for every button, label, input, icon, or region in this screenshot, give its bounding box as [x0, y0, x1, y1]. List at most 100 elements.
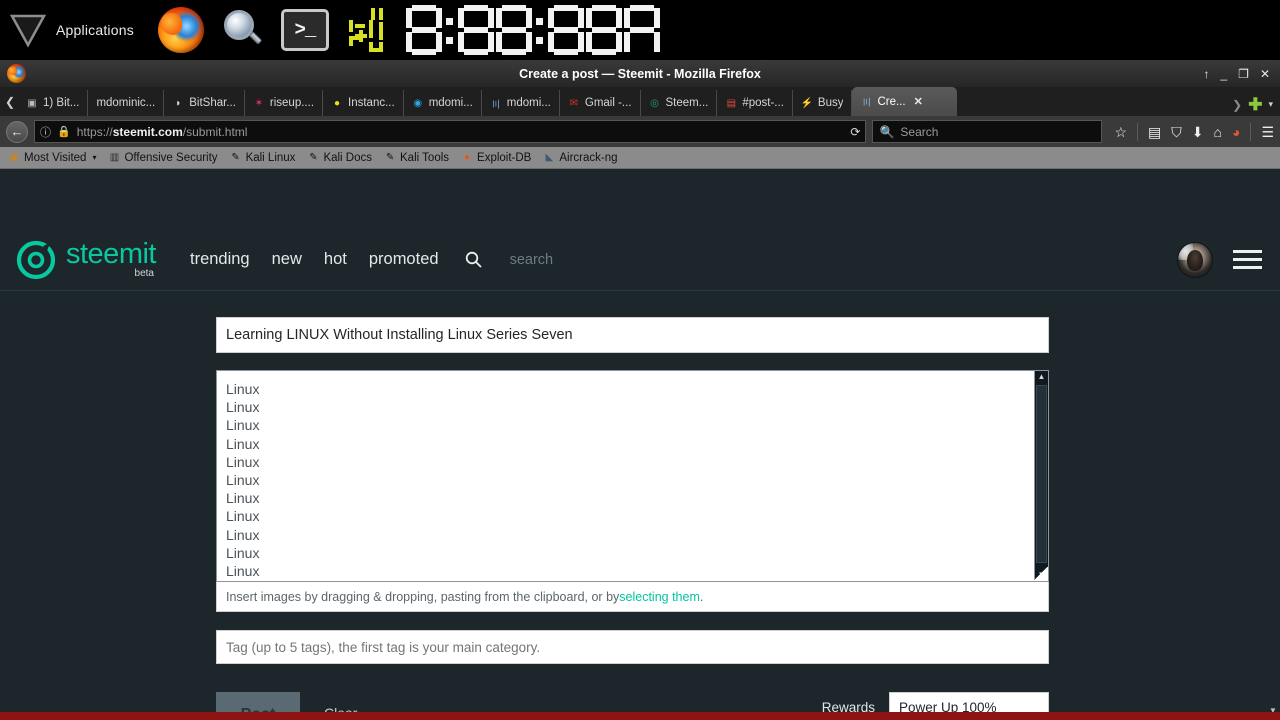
bookmark-kali-linux[interactable]: ✎ Kali Linux	[226, 152, 300, 164]
generic-icon: ▣	[27, 97, 37, 109]
brand-beta-tag: beta	[134, 267, 154, 279]
lock-icon: 🔒	[57, 126, 71, 138]
bookmark-exploit-db[interactable]: ● Exploit-DB	[457, 152, 535, 164]
gmail-icon: ✉	[569, 97, 579, 109]
terminal-icon: >_	[280, 9, 329, 51]
shark-icon: ◣	[545, 152, 554, 163]
applications-menu-button[interactable]: Applications	[0, 0, 144, 60]
home-icon[interactable]: ⌂	[1214, 125, 1222, 139]
window-title: Create a post — Steemit - Mozilla Firefo…	[519, 66, 761, 81]
clock-colon-1	[444, 4, 456, 56]
star-icon[interactable]: ☆	[1114, 125, 1127, 139]
rollup-button[interactable]: ↑	[1203, 68, 1209, 80]
nav-trending[interactable]: trending	[190, 250, 250, 269]
create-post-form: Linux Linux Linux Linux Linux Linux Linu…	[0, 291, 1280, 720]
bitshares-icon: ◗	[175, 97, 182, 109]
scrollbar-thumb[interactable]	[1036, 385, 1047, 563]
hint-prefix: Insert images by dragging & dropping, pa…	[226, 589, 620, 604]
tab-scroll-right-icon[interactable]: ❯	[1232, 98, 1242, 112]
browser-tab-active[interactable]: 〣 Cre... ✕	[852, 87, 958, 116]
clock-meridiem	[623, 4, 660, 56]
duckduckgo-icon[interactable]: ◕	[1232, 125, 1240, 139]
bookmark-label: Most Visited	[24, 151, 87, 164]
browser-tab[interactable]: ✶ riseup....	[245, 90, 324, 116]
url-bar[interactable]: ⓘ 🔒 https://steemit.com/submit.html ⟳	[34, 120, 867, 143]
back-button[interactable]: ←	[6, 120, 28, 143]
bookmark-kali-docs[interactable]: ✎ Kali Docs	[303, 152, 376, 164]
scroll-up-icon[interactable]: ▲	[1038, 371, 1046, 383]
close-window-button[interactable]: ✕	[1260, 68, 1270, 80]
bookmark-aircrack-ng[interactable]: ◣ Aircrack-ng	[539, 152, 621, 164]
terminal-launcher[interactable]: >_	[278, 3, 332, 57]
steemit-green-icon: ◎	[650, 97, 659, 109]
site-search-input[interactable]: search	[510, 252, 554, 268]
nav-promoted[interactable]: promoted	[369, 250, 439, 269]
nav-new[interactable]: new	[272, 250, 302, 269]
bookmark-most-visited[interactable]: ▣ Most Visited ▾	[4, 152, 100, 164]
tab-scroll-left-icon[interactable]: ❮	[2, 87, 18, 116]
browser-tab[interactable]: ◎ Steem...	[641, 90, 718, 116]
browser-tab[interactable]: ● Instanc...	[323, 90, 404, 116]
pocket-icon[interactable]: ⛉	[1171, 125, 1182, 139]
browser-tab[interactable]: ▤ #post-...	[717, 90, 793, 116]
post-body-text[interactable]: Linux Linux Linux Linux Linux Linux Linu…	[217, 371, 1034, 581]
bottom-accent-bar	[0, 712, 1280, 720]
clock-digit-min-tens	[457, 4, 494, 56]
panel-clock	[405, 2, 660, 58]
applications-label: Applications	[56, 22, 134, 38]
browser-tab[interactable]: 〣 mdomi...	[482, 90, 560, 116]
nav-hot[interactable]: hot	[324, 250, 347, 269]
new-tab-icon[interactable]: ✚	[1248, 96, 1262, 113]
clock-colon-2	[534, 4, 546, 56]
dragon-icon: ✎	[309, 152, 318, 163]
bookmark-offensive-security[interactable]: ▥ Offensive Security	[104, 152, 221, 164]
post-tags-input[interactable]	[216, 630, 1049, 664]
list-all-tabs-icon[interactable]: ▾	[1268, 99, 1273, 110]
tab-label: mdominic...	[96, 97, 156, 109]
downloads-icon[interactable]: ⬇	[1192, 125, 1204, 139]
textarea-resize-grip[interactable]	[1034, 567, 1048, 581]
calendar-icon: ▤	[726, 97, 737, 109]
image-insert-hint: Insert images by dragging & dropping, pa…	[216, 582, 1049, 612]
maximize-button[interactable]: ❐	[1238, 68, 1249, 80]
firefox-launcher[interactable]	[154, 3, 208, 57]
reader-icon[interactable]: ▤	[1148, 125, 1161, 139]
matrix-launcher[interactable]	[340, 3, 394, 57]
post-body-editor[interactable]: Linux Linux Linux Linux Linux Linux Linu…	[216, 370, 1049, 582]
page-info-icon[interactable]: ⓘ	[40, 124, 51, 140]
search-icon[interactable]	[465, 251, 482, 268]
steemit-page: steemit beta trending new hot promoted s…	[0, 229, 1280, 720]
browser-tab[interactable]: ◗ BitShar...	[164, 90, 245, 116]
bookmark-label: Kali Tools	[400, 151, 450, 164]
browser-tab[interactable]: ◉ mdomi...	[404, 90, 482, 116]
avatar[interactable]	[1177, 241, 1213, 278]
kali-dragon-menu-icon	[8, 12, 48, 48]
blue-c-icon: ◉	[413, 97, 423, 109]
search-launcher[interactable]	[216, 3, 270, 57]
bookmark-kali-tools[interactable]: ✎ Kali Tools	[380, 152, 453, 164]
browser-tab[interactable]: ▣ 1) Bit...	[18, 90, 89, 116]
menu-icon[interactable]: ☰	[1261, 125, 1274, 139]
steemit-logo[interactable]: steemit beta	[16, 239, 156, 280]
browser-tab[interactable]: ⚡ Busy	[793, 90, 853, 116]
post-title-input[interactable]	[216, 317, 1049, 353]
header-right-controls	[1177, 241, 1262, 278]
hamburger-menu-icon[interactable]	[1233, 250, 1262, 269]
toolbar-icons: ☆ ▤ ⛉ ⬇ ⌂ ◕ ☰	[1108, 122, 1274, 141]
browser-tab[interactable]: ✉ Gmail -...	[560, 90, 641, 116]
steem-icon: 〣	[861, 98, 872, 109]
clock-digit-sec-ones	[585, 4, 622, 56]
browser-tab[interactable]: mdominic...	[88, 90, 165, 116]
close-tab-icon[interactable]: ✕	[914, 95, 923, 108]
search-bar[interactable]: 🔍 Search	[872, 120, 1103, 143]
select-images-link[interactable]: selecting them	[619, 590, 700, 604]
magnifier-icon	[221, 8, 265, 52]
editor-scrollbar[interactable]: ▲ ▼	[1034, 371, 1048, 581]
bookmark-label: Offensive Security	[124, 151, 218, 164]
toolbar-divider	[1137, 122, 1139, 141]
toolbar-divider	[1250, 122, 1252, 141]
clock-digit-hour	[405, 4, 442, 56]
minimize-button[interactable]: _	[1220, 68, 1227, 80]
reload-icon[interactable]: ⟳	[850, 125, 860, 139]
window-controls: ↑ _ ❐ ✕	[1203, 68, 1280, 80]
